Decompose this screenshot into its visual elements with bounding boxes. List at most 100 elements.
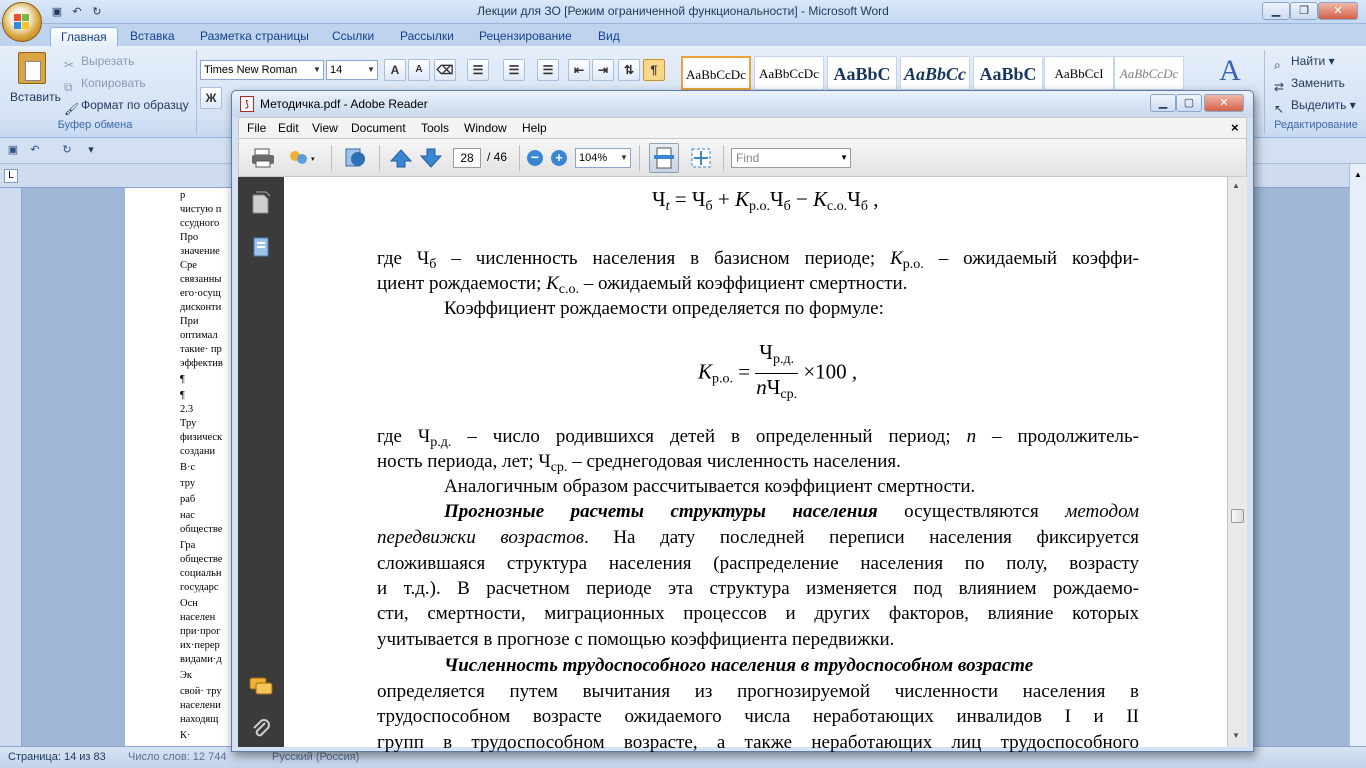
increase-indent-icon[interactable]: ⇥ (592, 59, 614, 81)
reader-vertical-scrollbar[interactable]: ▲ ▼ (1227, 177, 1247, 747)
document-viewport: Чt = Чб + Кр.о.Чб − Кс.о.Чб , где Чб – ч… (284, 177, 1227, 753)
zoom-combo[interactable]: 104% ▼ (575, 148, 631, 168)
text-line: Аналогичным образом рассчитывается коэфф… (444, 476, 976, 497)
customize-qat-icon[interactable]: ▾ (82, 142, 100, 158)
find-input[interactable]: Find ▼ (731, 148, 851, 168)
tab-page-layout[interactable]: Разметка страницы (190, 27, 319, 46)
text-line: Прогнозные расчеты структуры населения о… (444, 501, 1139, 522)
grow-font-button[interactable]: A (384, 59, 406, 81)
restore-button[interactable]: ❐ (1290, 2, 1318, 20)
select-button[interactable]: ↖ Выделить ▾ (1274, 95, 1356, 116)
menu-tools[interactable]: Tools (421, 121, 449, 135)
scroll-thumb[interactable] (1231, 509, 1244, 523)
language[interactable]: Русский (Россия) (272, 751, 359, 763)
scroll-up-icon[interactable]: ▲ (1352, 170, 1364, 179)
sort-icon[interactable]: ⇅ (618, 59, 640, 81)
reader-toolbar: ▾ 28 / 46 − + 104% ▼ Find ▼ (238, 139, 1247, 177)
style-heading-2[interactable]: AaBbCc (900, 56, 970, 90)
text-line: сложившаяся структура населения (распред… (377, 553, 1139, 574)
undo-icon[interactable]: ↶ (68, 4, 86, 20)
word-vertical-scrollbar[interactable]: ▲ (1349, 164, 1366, 746)
zoom-value: 104% (579, 152, 608, 164)
style-subtitle[interactable]: AaBbCcI (1044, 56, 1114, 90)
replace-button[interactable]: ⇄ Заменить (1274, 73, 1345, 94)
collaborate-icon[interactable]: ▾ (287, 147, 315, 169)
change-styles-icon[interactable]: A (1210, 54, 1250, 94)
redo-icon[interactable]: ↻ (88, 4, 106, 20)
menu-window[interactable]: Window (464, 121, 507, 135)
bullets-icon[interactable]: ☰ (467, 59, 489, 81)
save-icon[interactable]: ▣ (4, 142, 22, 158)
bold-button[interactable]: Ж (200, 87, 222, 109)
fit-width-icon[interactable] (689, 146, 713, 168)
attachments-panel-icon[interactable] (250, 235, 272, 259)
vertical-ruler (0, 188, 22, 746)
reader-minimize-button[interactable]: ▁ (1150, 94, 1176, 112)
decrease-indent-icon[interactable]: ⇤ (568, 59, 590, 81)
menu-file[interactable]: File (247, 121, 266, 135)
minimize-button[interactable]: ▁ (1262, 2, 1290, 20)
font-name-combo[interactable]: Times New Roman ▼ (200, 60, 324, 80)
previous-page-icon[interactable] (389, 147, 413, 169)
shrink-font-button[interactable]: A (408, 59, 430, 81)
brush-icon: 🖌 (64, 101, 80, 116)
undo-icon[interactable]: ↶ (26, 142, 44, 158)
tab-selector-icon[interactable]: L (4, 169, 18, 183)
style-heading-1[interactable]: AaBbC (827, 56, 897, 90)
style-no-spacing[interactable]: AaBbCcDc (754, 56, 824, 90)
paperclip-icon[interactable] (250, 717, 272, 741)
numbering-icon[interactable]: ☰ (503, 59, 525, 81)
reader-close-button[interactable]: ✕ (1204, 94, 1244, 112)
zoom-in-icon[interactable]: + (551, 150, 567, 166)
text-line: и т.д.). В расчетном периоде эта структу… (377, 578, 1139, 599)
style-emphasis[interactable]: AaBbCcDc (1114, 56, 1184, 90)
text-line: определяется путем вычитания из прогнози… (377, 681, 1139, 702)
text-line: сти, смертности, миграционных процессов … (377, 603, 1139, 624)
chevron-down-icon[interactable]: ▼ (840, 149, 848, 167)
comments-icon[interactable] (248, 675, 274, 697)
page-number-input[interactable]: 28 (453, 148, 481, 168)
tab-review[interactable]: Рецензирование (469, 27, 582, 46)
menu-edit[interactable]: Edit (278, 121, 299, 135)
close-document-icon[interactable]: × (1231, 120, 1239, 135)
replace-label: Заменить (1291, 76, 1345, 90)
text-line: Численность трудоспособного населения в … (444, 655, 1034, 676)
clear-format-icon[interactable]: ⌫ (434, 59, 456, 81)
word-count[interactable]: Число слов: 12 744 (128, 751, 226, 763)
redo-icon[interactable]: ↻ (58, 142, 76, 158)
reader-maximize-button[interactable]: ▢ (1176, 94, 1202, 112)
tab-home[interactable]: Главная (50, 27, 118, 46)
paste-button[interactable]: Вставить (10, 50, 61, 114)
font-size-combo[interactable]: 14 ▼ (326, 60, 378, 80)
next-page-icon[interactable] (419, 147, 443, 169)
style-title[interactable]: AaBbC (973, 56, 1043, 90)
close-button[interactable]: ✕ (1318, 2, 1358, 20)
page-count[interactable]: Страница: 14 из 83 (8, 751, 106, 763)
format-painter-button[interactable]: 🖌 Формат по образцу (64, 95, 189, 116)
menu-help[interactable]: Help (522, 121, 547, 135)
print-icon[interactable] (251, 147, 275, 169)
svg-text:▾: ▾ (311, 156, 315, 163)
tab-insert[interactable]: Вставка (120, 27, 185, 46)
tab-view[interactable]: Вид (588, 27, 630, 46)
pages-view-icon[interactable] (343, 147, 367, 169)
menu-document[interactable]: Document (351, 121, 406, 135)
style-normal[interactable]: AaBbCcDc (681, 56, 751, 90)
find-button[interactable]: ⌕ Найти ▾ (1274, 51, 1335, 72)
scroll-up-icon[interactable]: ▲ (1232, 181, 1240, 190)
save-icon[interactable]: ▣ (48, 4, 66, 20)
menu-view[interactable]: View (312, 121, 338, 135)
pilcrow-icon[interactable]: ¶ (643, 59, 665, 81)
tab-references[interactable]: Ссылки (322, 27, 384, 46)
pages-panel-icon[interactable] (250, 191, 272, 215)
office-button[interactable] (2, 2, 42, 42)
tab-mailings[interactable]: Рассылки (390, 27, 464, 46)
fit-page-button[interactable] (649, 143, 679, 173)
word-page: р чистую п ссудного Про значение Сре связанны е… (125, 188, 245, 746)
copy-button[interactable]: ⧉ Копировать (64, 73, 146, 94)
reader-title-bar: ⟆ Методичка.pdf - Adobe Reader ▁ ▢ ✕ (232, 91, 1253, 117)
cut-button[interactable]: ✂ Вырезать (64, 51, 134, 72)
scroll-down-icon[interactable]: ▼ (1232, 731, 1240, 740)
zoom-out-icon[interactable]: − (527, 150, 543, 166)
multilevel-list-icon[interactable]: ☰ (537, 59, 559, 81)
